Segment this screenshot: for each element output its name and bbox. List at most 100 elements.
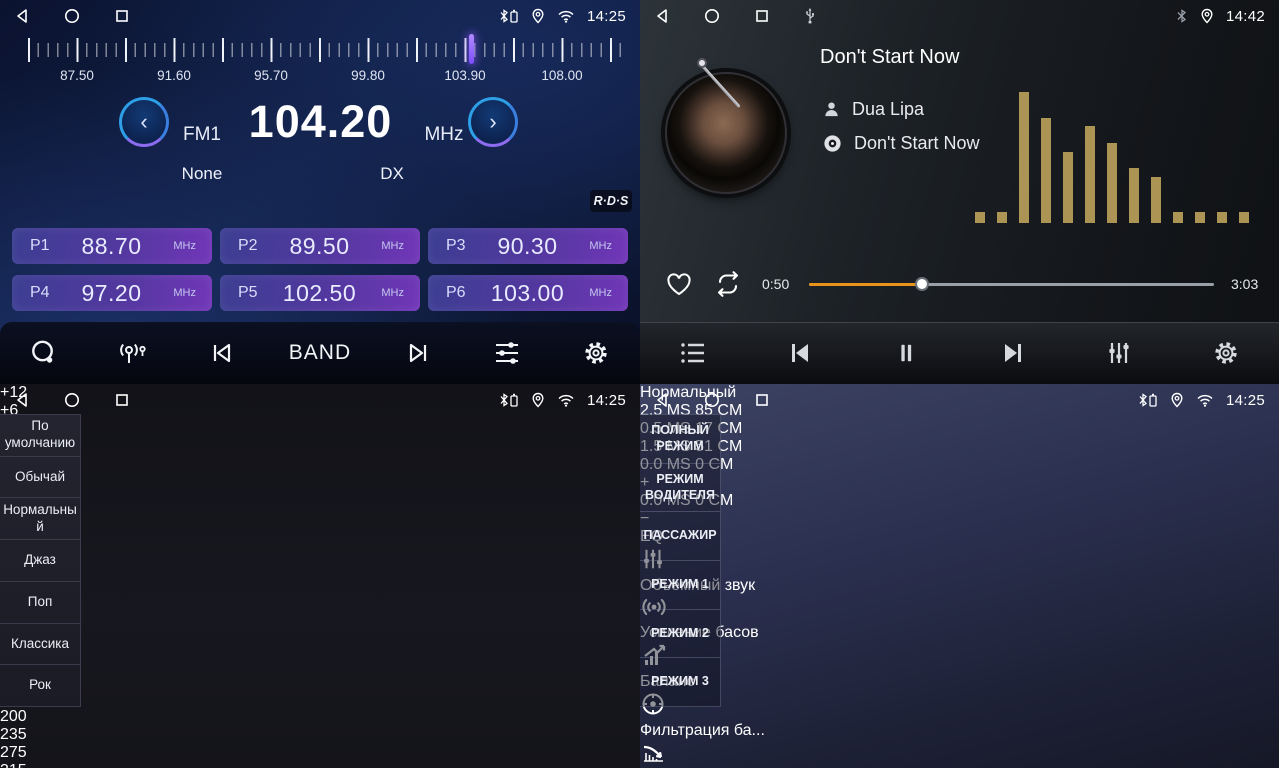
player-toolbar <box>640 322 1279 384</box>
progress-bar[interactable] <box>809 283 1214 286</box>
equalizer-screen: 14:25 По умолчаниюОбычайНормальныйДжазПо… <box>0 384 640 768</box>
listening-mode-item[interactable]: ПАССАЖИР <box>640 512 720 561</box>
dial-label: 99.80 <box>338 68 398 83</box>
eq-preset-item[interactable]: Рок <box>0 665 80 707</box>
band-button[interactable]: BAND <box>289 331 351 375</box>
eq-preset-item[interactable]: Нормальный <box>0 498 80 540</box>
back-icon[interactable] <box>14 392 30 408</box>
listening-mode-item[interactable]: ПОЛНЫЙ РЕЖИМ <box>640 415 720 464</box>
tab-filter[interactable]: Фильтрация ба... <box>640 722 1279 768</box>
next-track-icon[interactable] <box>991 331 1035 375</box>
wifi-icon <box>557 393 575 407</box>
eq-preset-item[interactable]: Классика <box>0 624 80 666</box>
home-icon[interactable] <box>704 8 720 24</box>
spectrum-bar <box>1151 177 1161 223</box>
repeat-icon[interactable] <box>711 270 745 298</box>
delay-rear-right-button[interactable]: 0.0 MS 0 CM <box>640 456 1279 474</box>
tab-balance[interactable]: Баланс <box>640 673 1279 722</box>
audio-spectrum <box>975 88 1265 223</box>
home-icon[interactable] <box>64 392 80 408</box>
frequency-unit: MHz <box>414 124 474 146</box>
spectrum-bar <box>1173 212 1183 223</box>
back-icon[interactable] <box>14 8 30 24</box>
balance-icon <box>640 691 1279 722</box>
recents-icon[interactable] <box>114 8 130 24</box>
spectrum-bar <box>997 212 1007 223</box>
next-frequency-button[interactable]: › <box>468 97 518 147</box>
preset-button[interactable]: P3 90.30 MHz <box>428 228 628 264</box>
dial-label: 95.70 <box>241 68 301 83</box>
prev-station-icon[interactable] <box>200 331 244 375</box>
wifi-icon <box>1196 393 1214 407</box>
pause-icon[interactable] <box>884 331 928 375</box>
tab-surround[interactable]: Объёмный звук <box>640 577 1279 624</box>
preset-button[interactable]: P6 103.00 MHz <box>428 275 628 311</box>
back-icon[interactable] <box>654 8 670 24</box>
radio-toolbar: BAND <box>0 322 640 384</box>
delay-rear-left-button[interactable]: 1.5 MS 51 CM <box>640 438 1279 456</box>
recents-icon[interactable] <box>114 392 130 408</box>
preset-unit: MHz <box>589 240 612 252</box>
preset-number: P5 <box>238 284 258 302</box>
eq-preset-item[interactable]: Джаз <box>0 540 80 582</box>
delay-front-right-button[interactable]: 0.5 MS 17 CM <box>640 420 1279 438</box>
preset-button[interactable]: P2 89.50 MHz <box>220 228 420 264</box>
fc-value[interactable]: 275 <box>0 744 27 761</box>
home-icon[interactable] <box>704 392 720 408</box>
clock: 14:25 <box>587 8 626 25</box>
preset-button[interactable]: P5 102.50 MHz <box>220 275 420 311</box>
recents-icon[interactable] <box>754 392 770 408</box>
increase-delay-button[interactable]: + <box>640 474 1279 492</box>
spectrum-bar <box>1063 152 1073 223</box>
rds-badge: R·D·S <box>590 190 632 212</box>
fc-value[interactable]: 315 <box>0 762 27 768</box>
statusbar-eq: 14:25 <box>0 384 640 416</box>
decrease-delay-button[interactable]: − <box>640 510 1279 528</box>
equalizer-icon[interactable] <box>1097 331 1141 375</box>
home-icon[interactable] <box>64 8 80 24</box>
dial-indicator[interactable] <box>469 34 474 64</box>
location-icon <box>1200 8 1214 24</box>
progress-fill <box>809 283 922 286</box>
previous-track-icon[interactable] <box>778 331 822 375</box>
artist-icon <box>822 100 841 119</box>
preset-unit: MHz <box>589 287 612 299</box>
stepper-value: 0.0 MS 0 CM <box>640 492 1279 510</box>
fc-value[interactable]: 200 <box>0 708 27 725</box>
dial-label: 108.00 <box>532 68 592 83</box>
tab-eq[interactable]: EQ <box>640 528 1279 577</box>
listening-mode-item[interactable]: РЕЖИМ ВОДИТЕЛЯ <box>640 464 720 513</box>
settings-gear-icon[interactable] <box>574 331 618 375</box>
progress-knob[interactable] <box>915 277 929 291</box>
spectrum-bar <box>1041 118 1051 223</box>
playback-row: 0:50 3:03 <box>664 266 1261 302</box>
preset-unit: MHz <box>173 240 196 252</box>
preset-button[interactable]: P4 97.20 MHz <box>12 275 212 311</box>
preset-button[interactable]: P1 88.70 MHz <box>12 228 212 264</box>
broadcast-icon[interactable] <box>111 331 155 375</box>
preset-number: P3 <box>446 237 466 255</box>
eq-preset-item[interactable]: Поп <box>0 582 80 624</box>
tab-bass-boost[interactable]: Усиление басов <box>640 624 1279 673</box>
favorite-heart-icon[interactable] <box>664 270 694 298</box>
next-station-icon[interactable] <box>396 331 440 375</box>
prev-frequency-button[interactable]: ‹ <box>119 97 169 147</box>
scan-icon[interactable] <box>22 331 66 375</box>
head-unit-screen: 14:25 87.5091.6095.7099.80103.90108.00 ‹… <box>0 0 1279 768</box>
preset-frequency: 90.30 <box>497 233 557 260</box>
listening-mode-item[interactable]: РЕЖИМ 2 <box>640 610 720 659</box>
eq-preset-item[interactable]: Обычай <box>0 457 80 499</box>
settings-gear-icon[interactable] <box>1204 331 1248 375</box>
filter-icon <box>640 740 1279 768</box>
listening-mode-item[interactable]: РЕЖИМ 3 <box>640 658 720 707</box>
location-icon <box>531 392 545 408</box>
listening-mode-item[interactable]: РЕЖИМ 1 <box>640 561 720 610</box>
equalizer-icon[interactable] <box>485 331 529 375</box>
back-icon[interactable] <box>654 392 670 408</box>
recents-icon[interactable] <box>754 8 770 24</box>
frequency-dial[interactable]: 87.5091.6095.7099.80103.90108.00 <box>8 34 632 86</box>
playlist-icon[interactable] <box>671 331 715 375</box>
fc-value[interactable]: 235 <box>0 726 27 743</box>
audio-settings-tabs: EQ Объёмный звук Усиление басов Баланс Ф… <box>640 528 1279 768</box>
eq-preset-item[interactable]: По умолчанию <box>0 415 80 457</box>
